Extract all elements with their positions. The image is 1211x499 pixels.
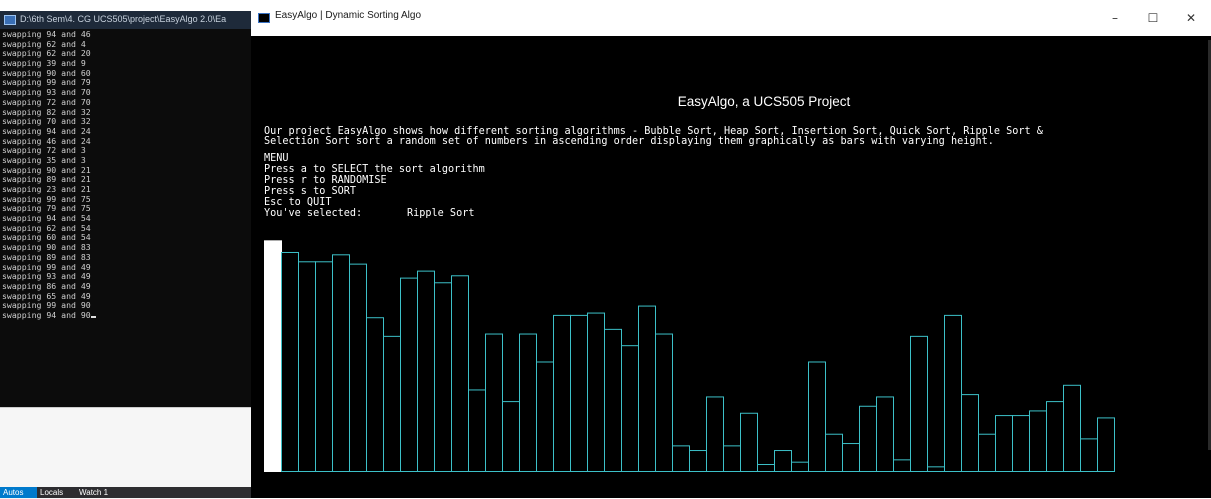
sort-bar-chart <box>264 240 1115 473</box>
maximize-button[interactable]: ☐ <box>1134 0 1172 36</box>
sort-bar <box>757 464 775 473</box>
sort-bar <box>893 459 911 473</box>
sort-bar <box>587 312 605 472</box>
sort-bar <box>723 445 741 472</box>
console-cursor <box>90 315 96 318</box>
sort-bar <box>332 254 350 472</box>
sort-bar <box>859 405 877 473</box>
sort-bar <box>383 335 401 472</box>
sort-bar <box>281 251 299 472</box>
sort-bar <box>502 401 520 473</box>
console-output: swapping 94 and 46 swapping 62 and 4 swapp… <box>2 29 251 321</box>
sort-bar <box>621 345 639 472</box>
easyalgo-window: EasyAlgo | Dynamic Sorting Algo – ☐ ✕ Ea… <box>251 0 1211 498</box>
sort-bar <box>876 396 894 472</box>
sort-bar <box>791 461 809 472</box>
sort-bar <box>842 443 860 473</box>
sort-bar <box>519 333 537 472</box>
sort-bar <box>1012 415 1030 472</box>
sort-bar <box>774 450 792 472</box>
sort-bar <box>417 270 435 472</box>
sort-bar <box>655 333 673 472</box>
sort-bar <box>740 412 758 472</box>
sort-bar <box>1029 410 1047 473</box>
debug-pane <box>0 407 251 499</box>
console-title: D:\6th Sem\4. CG UCS505\project\EasyAlgo… <box>20 14 227 24</box>
sort-bar <box>808 361 826 472</box>
app-title: EasyAlgo | Dynamic Sorting Algo <box>275 10 422 21</box>
sort-bar <box>315 261 333 472</box>
sort-bar <box>1080 438 1098 473</box>
sort-bar <box>944 314 962 473</box>
sort-bar <box>910 335 928 472</box>
tab-watch-1[interactable]: Watch 1 <box>76 487 126 498</box>
sort-bar <box>434 282 452 472</box>
debug-tab-strip: Autos Locals Watch 1 <box>0 487 251 498</box>
sort-bar <box>995 415 1013 472</box>
sort-bar <box>1063 384 1081 473</box>
sort-bar <box>961 394 979 472</box>
sort-bar <box>468 389 486 473</box>
sort-bar <box>451 275 469 472</box>
sort-bar <box>978 433 996 472</box>
sort-bar <box>1097 417 1115 473</box>
console-line: swapping 94 and 90 <box>2 310 251 321</box>
sort-bar <box>1046 401 1064 473</box>
sort-bar-active <box>264 240 282 472</box>
sort-bar <box>400 277 418 472</box>
console-titlebar[interactable]: D:\6th Sem\4. CG UCS505\project\EasyAlgo… <box>0 11 251 29</box>
app-icon <box>258 13 270 23</box>
sort-bar <box>825 433 843 472</box>
tab-locals[interactable]: Locals <box>37 487 74 498</box>
sort-bar <box>672 445 690 472</box>
sort-bar <box>349 263 367 472</box>
app-titlebar[interactable]: EasyAlgo | Dynamic Sorting Algo – ☐ ✕ <box>251 0 1211 36</box>
sort-bar <box>927 466 945 472</box>
sort-bar <box>570 314 588 473</box>
sort-bar <box>485 333 503 472</box>
sort-bar <box>536 361 554 472</box>
sort-bar <box>604 328 622 472</box>
sort-bar <box>298 261 316 472</box>
sort-bar <box>706 396 724 472</box>
close-button[interactable]: ✕ <box>1172 0 1210 36</box>
sort-bar <box>638 305 656 472</box>
sort-canvas: EasyAlgo, a UCS505 Project Our project E… <box>251 36 1211 498</box>
minimize-button[interactable]: – <box>1096 0 1134 36</box>
sort-bar <box>689 450 707 472</box>
console-app-icon <box>4 15 16 25</box>
sort-bar <box>366 317 384 472</box>
sort-bar <box>553 314 571 473</box>
tab-autos[interactable]: Autos <box>0 487 37 498</box>
